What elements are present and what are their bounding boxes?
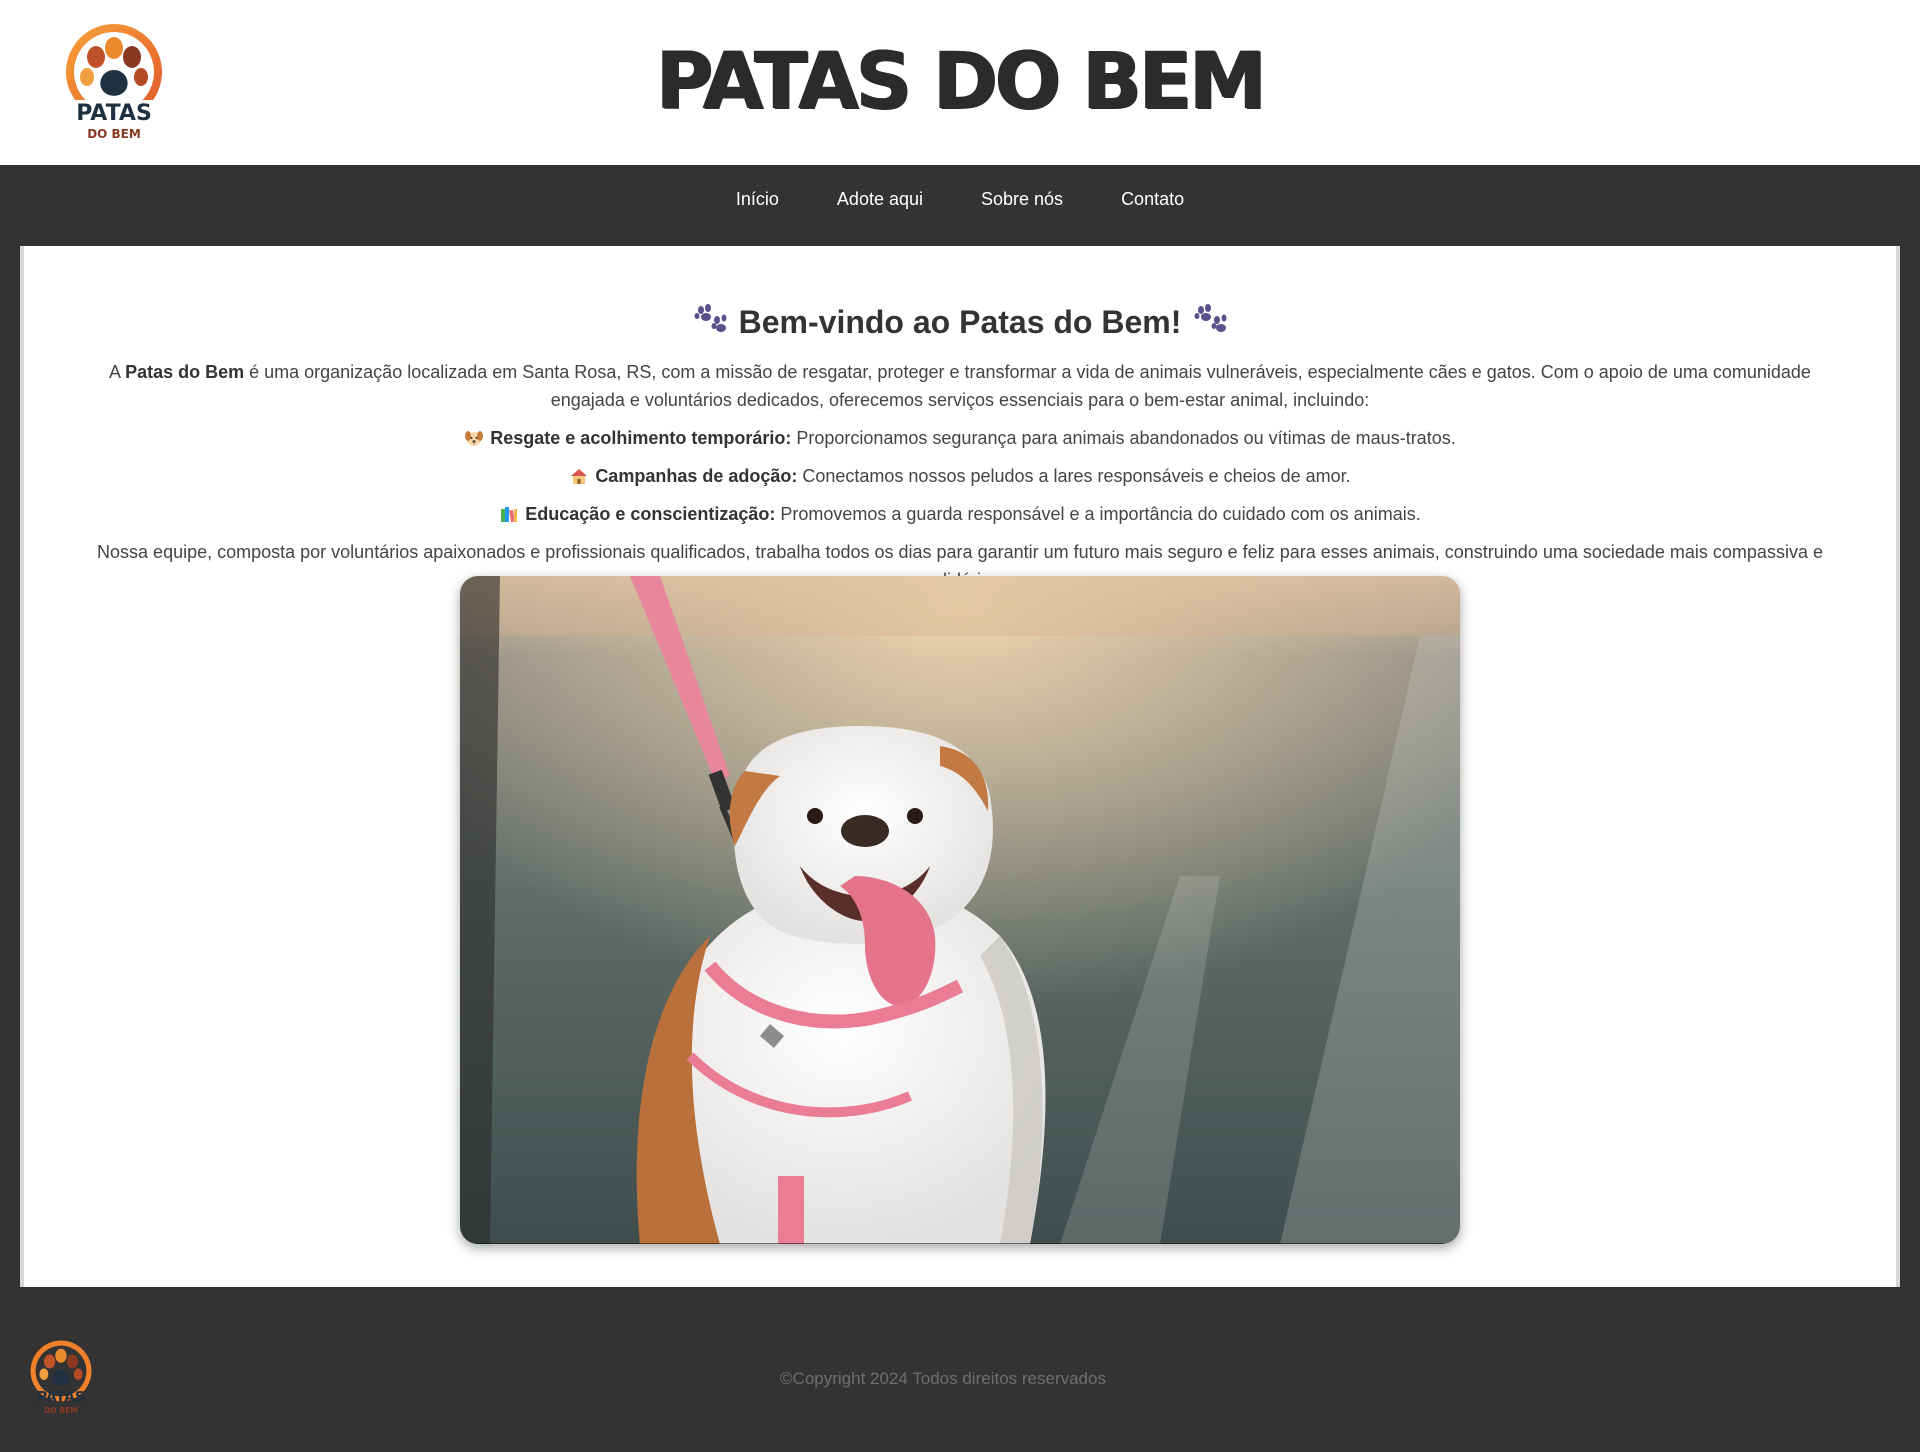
- welcome-heading: Bem-vindo ao Patas do Bem!: [24, 302, 1896, 345]
- welcome-heading-text: Bem-vindo ao Patas do Bem!: [738, 304, 1182, 340]
- nav-item-contato[interactable]: Contato: [1092, 189, 1213, 209]
- site-title: PATAS DO BEM: [656, 37, 1267, 127]
- service-text: Promovemos a guarda responsável e a impo…: [775, 504, 1421, 524]
- svg-text:DO BEM: DO BEM: [44, 1406, 78, 1415]
- service-title: Resgate e acolhimento temporário:: [490, 428, 792, 448]
- org-name: Patas do Bem: [125, 362, 245, 382]
- nav-item-adote-aqui[interactable]: Adote aqui: [808, 189, 952, 209]
- paw-prints-icon: [1193, 303, 1227, 343]
- site-header: PATAS DO BEM PATAS DO BEM: [0, 0, 1920, 165]
- house-icon: [569, 465, 589, 484]
- service-item: Campanhas de adoção: Conectamos nossos p…: [74, 462, 1846, 490]
- bulldog-photo: [460, 576, 1460, 1244]
- service-title: Educação e conscientização:: [525, 504, 776, 524]
- service-text: Conectamos nossos peludos a lares respon…: [797, 466, 1351, 486]
- service-text: Proporcionamos segurança para animais ab…: [791, 428, 1456, 448]
- main-nav: Início Adote aqui Sobre nós Contato: [0, 165, 1920, 246]
- service-title: Campanhas de adoção:: [595, 466, 798, 486]
- nav-item-sobre-nos[interactable]: Sobre nós: [952, 189, 1092, 209]
- svg-text:DO BEM: DO BEM: [87, 127, 141, 141]
- intro-text: é uma organização localizada em Santa Ro…: [244, 362, 1811, 410]
- dog-face-icon: [464, 427, 484, 446]
- service-item: Educação e conscientização: Promovemos a…: [74, 500, 1846, 528]
- nav-item-inicio[interactable]: Início: [707, 189, 808, 209]
- paw-prints-icon: [693, 303, 727, 343]
- service-item: Resgate e acolhimento temporário: Propor…: [74, 424, 1846, 452]
- main-content: Bem-vindo ao Patas do Bem! A Patas do Be…: [20, 246, 1900, 1287]
- site-footer: PATAS DO BEM ©Copyright 2024 Todos direi…: [0, 1287, 1920, 1452]
- books-icon: [499, 503, 519, 523]
- svg-text:PATAS: PATAS: [37, 1389, 85, 1405]
- intro-prefix: A: [109, 362, 126, 382]
- nav-list: Início Adote aqui Sobre nós Contato: [707, 185, 1213, 213]
- intro-paragraph: A Patas do Bem é uma organização localiz…: [74, 358, 1846, 414]
- copyright-text: ©Copyright 2024 Todos direitos reservado…: [780, 1369, 1106, 1388]
